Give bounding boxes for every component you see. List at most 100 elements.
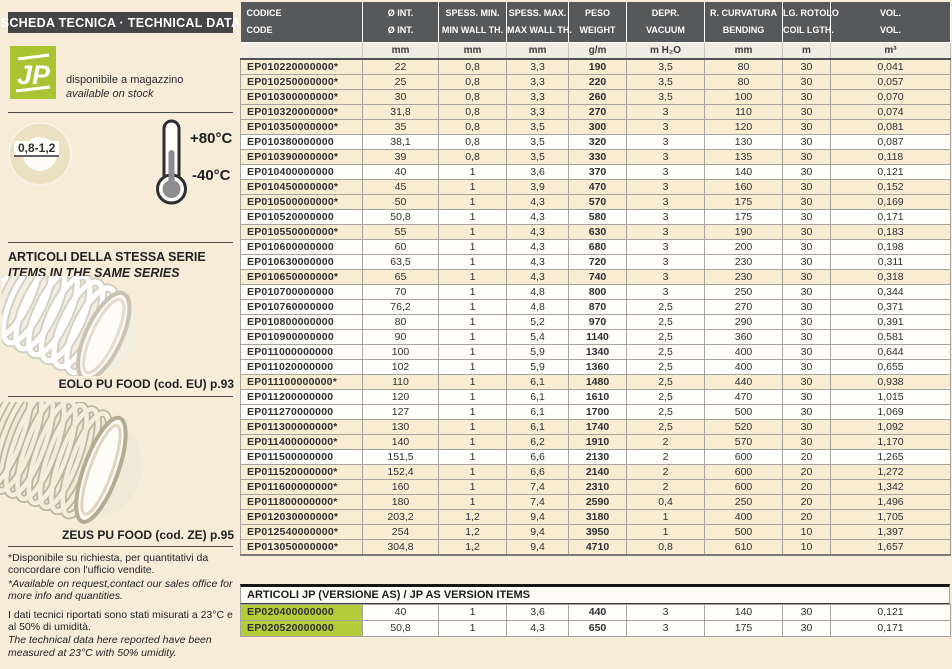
weight-cell: 2130 [568, 449, 627, 465]
product-row: EP011100000000* 110 1 6,1 1480 2,5 440 30 0,938 [240, 374, 951, 390]
min-wall-cell: 1 [438, 269, 507, 285]
unit-inner-diameter: mm [362, 42, 439, 60]
coil-length-cell: 30 [782, 620, 831, 637]
as-version-title: ARTICOLI JP (VERSIONE AS) / JP AS VERSIO… [240, 584, 950, 604]
min-wall-cell: 0,8 [438, 74, 507, 90]
max-wall-cell: 4,3 [506, 269, 569, 285]
inner-diameter-cell: 38,1 [362, 134, 439, 150]
volume-cell: 0,198 [830, 239, 951, 255]
column-header-coil-length: LG. ROTOLO COIL LGTH. [782, 2, 839, 43]
code-cell: EP011800000000* [240, 494, 363, 510]
min-wall-cell: 1 [438, 620, 507, 637]
code-cell: EP010390000000* [240, 149, 363, 165]
max-wall-cell: 5,9 [506, 344, 569, 360]
min-wall-cell: 1 [438, 604, 507, 621]
bending-radius-cell: 130 [704, 134, 783, 150]
bending-radius-cell: 110 [704, 104, 783, 120]
coil-length-cell: 20 [782, 509, 831, 525]
footnote-request-en: *Available on request,contact our sales … [8, 577, 233, 603]
volume-cell: 1,170 [830, 434, 951, 450]
min-wall-cell: 1 [438, 344, 507, 360]
max-wall-cell: 6,1 [506, 419, 569, 435]
vacuum-cell: 2,5 [626, 359, 705, 375]
volume-cell: 1,015 [830, 389, 951, 405]
bending-radius-cell: 160 [704, 179, 783, 195]
vacuum-cell: 3 [626, 284, 705, 300]
max-wall-cell: 3,3 [506, 89, 569, 105]
min-wall-cell: 1 [438, 359, 507, 375]
weight-cell: 370 [568, 164, 627, 180]
svg-text:JP: JP [17, 60, 51, 90]
weight-cell: 3950 [568, 524, 627, 540]
product-row: EP010900000000 90 1 5,4 1140 2,5 360 30 0,581 [240, 329, 951, 345]
min-wall-cell: 0,8 [438, 89, 507, 105]
max-wall-cell: 5,4 [506, 329, 569, 345]
inner-diameter-cell: 31,8 [362, 104, 439, 120]
inner-diameter-cell: 55 [362, 224, 439, 240]
code-cell: EP010300000000* [240, 89, 363, 105]
coil-length-cell: 30 [782, 239, 831, 255]
volume-cell: 0,070 [830, 89, 951, 105]
footnotes: *Disponibile su richiesta, per quantitat… [8, 552, 238, 660]
vacuum-cell: 2,5 [626, 344, 705, 360]
vacuum-cell: 3 [626, 149, 705, 165]
max-wall-cell: 3,6 [506, 604, 569, 621]
min-wall-cell: 1 [438, 374, 507, 390]
max-wall-cell: 4,3 [506, 620, 569, 637]
volume-cell: 0,041 [830, 58, 951, 75]
volume-cell: 1,397 [830, 524, 951, 540]
jp-logo: JP [10, 46, 56, 99]
weight-cell: 4710 [568, 539, 627, 556]
hose-image-eolo [0, 247, 164, 382]
weight-cell: 1700 [568, 404, 627, 420]
volume-cell: 0,183 [830, 224, 951, 240]
code-cell: EP011500000000 [240, 449, 363, 465]
weight-cell: 1610 [568, 389, 627, 405]
inner-diameter-cell: 22 [362, 58, 439, 75]
code-cell: EP020520000000 [240, 620, 363, 637]
product-row: EP011020000000 102 1 5,9 1360 2,5 400 30 0,655 [240, 359, 951, 375]
vacuum-cell: 2,5 [626, 329, 705, 345]
inner-diameter-cell: 80 [362, 314, 439, 330]
as-version-section: ARTICOLI JP (VERSIONE AS) / JP AS VERSIO… [240, 584, 951, 637]
volume-cell: 0,152 [830, 179, 951, 195]
vacuum-cell: 2 [626, 449, 705, 465]
vacuum-cell: 3 [626, 194, 705, 210]
bending-radius-cell: 230 [704, 254, 783, 270]
coil-length-cell: 30 [782, 344, 831, 360]
column-header-vacuum: DEPR. VACUUM [626, 2, 705, 43]
product-row: EP011500000000 151,5 1 6,6 2130 2 600 20 1,265 [240, 449, 951, 465]
product-row: EP010760000000 76,2 1 4,8 870 2,5 270 30 0,371 [240, 299, 951, 315]
product-row: EP011400000000* 140 1 6,2 1910 2 570 30 1,170 [240, 434, 951, 450]
code-cell: EP011300000000* [240, 419, 363, 435]
volume-cell: 0,121 [830, 604, 951, 621]
vacuum-cell: 1 [626, 524, 705, 540]
coil-length-cell: 20 [782, 449, 831, 465]
inner-diameter-cell: 35 [362, 119, 439, 135]
bending-radius-cell: 400 [704, 344, 783, 360]
volume-cell: 1,069 [830, 404, 951, 420]
vacuum-cell: 2,5 [626, 389, 705, 405]
volume-cell: 1,272 [830, 464, 951, 480]
code-cell: EP011000000000 [240, 344, 363, 360]
code-cell: EP011600000000* [240, 479, 363, 495]
code-cell: EP010800000000 [240, 314, 363, 330]
min-wall-cell: 1 [438, 164, 507, 180]
bending-radius-cell: 500 [704, 524, 783, 540]
related-item-caption: EOLO PU FOOD (cod. EU) p.93 [58, 377, 234, 391]
product-row: EP011000000000 100 1 5,9 1340 2,5 400 30 0,644 [240, 344, 951, 360]
vacuum-cell: 3 [626, 239, 705, 255]
vacuum-cell: 3 [626, 179, 705, 195]
min-wall-cell: 1 [438, 254, 507, 270]
column-header-inner-diameter: Ø INT. Ø INT. [362, 2, 439, 43]
code-cell: EP010350000000* [240, 119, 363, 135]
inner-diameter-cell: 63,5 [362, 254, 439, 270]
product-row: EP010630000000 63,5 1 4,3 720 3 230 30 0,311 [240, 254, 951, 270]
coil-length-cell: 30 [782, 209, 831, 225]
bending-radius-cell: 250 [704, 284, 783, 300]
bending-radius-cell: 190 [704, 224, 783, 240]
max-wall-cell: 9,4 [506, 539, 569, 556]
wall-thickness-range: 0,8-1,2 [14, 141, 60, 157]
column-header-volume: VOL. VOL. [830, 2, 951, 43]
weight-cell: 720 [568, 254, 627, 270]
